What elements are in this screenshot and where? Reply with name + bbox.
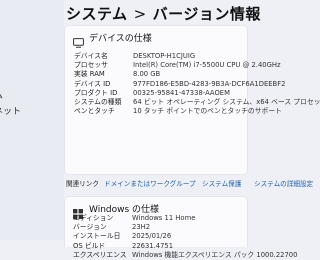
- spec-value: 00325-95841-47338-AAOEM: [133, 88, 230, 97]
- spec-key: 実装 RAM: [74, 70, 105, 79]
- spec-key: プロセッサ: [74, 61, 108, 70]
- spec-row-version: バージョン 23H2: [64, 223, 246, 232]
- device-spec-header[interactable]: デバイスの仕様: [65, 26, 247, 50]
- spec-row-processor: プロセッサ Intel(R) Core(TM) i7-5500U CPU @ 2…: [65, 61, 281, 70]
- breadcrumb-separator: >: [133, 5, 147, 23]
- related-links-bar: 関連リンク ドメインまたはワークグループ システム保護 システムの詳細設定: [64, 177, 313, 191]
- spec-key: エディション: [73, 214, 114, 222]
- spec-value: 2025/01/26: [132, 232, 172, 241]
- spec-row-install-date: インストール日 2025/01/26: [64, 232, 246, 241]
- spec-row-product-id: プロダクト ID 00325-95841-47338-AAOEM: [65, 89, 247, 98]
- spec-row-ram: 実装 RAM 8.00 GB: [65, 70, 247, 79]
- spec-value: 10 タッチ ポイントでのペンとタッチのサポート: [133, 107, 282, 116]
- windows-spec-list: エディション Windows 11 Home バージョン 23H2 インストール…: [64, 214, 297, 260]
- breadcrumb-system-link[interactable]: システム: [66, 5, 128, 23]
- spec-row-edition: エディション Windows 11 Home: [64, 214, 246, 223]
- sidebar: ム ネット: [0, 0, 64, 240]
- spec-value: 64 ビット オペレーティング システム、x64 ベース プロセッサ: [133, 97, 320, 106]
- spec-row-experience: エクスペリエンス Windows 機能エクスペリエンス パック 1000.227…: [64, 250, 297, 260]
- spec-key: インストール日: [73, 232, 121, 241]
- spec-value: 8.00 GB: [133, 70, 161, 79]
- system-protection-link[interactable]: システム保護: [202, 177, 241, 191]
- spec-key: OS ビルド: [73, 241, 106, 250]
- device-spec-list: デバイス名 DESKTOP-H1CJUIG プロセッサ Intel(R) Cor…: [65, 52, 320, 116]
- related-links-label: 関連リンク: [66, 180, 99, 188]
- spec-key: プロダクト ID: [74, 88, 118, 97]
- spec-key: ペンとタッチ: [74, 107, 115, 116]
- monitor-icon: [73, 33, 84, 52]
- spec-value: 977FD186-E5BD-4283-9B3A-DCF6A1DEEBF2: [133, 79, 286, 88]
- spec-value: Windows 11 Home: [132, 214, 196, 222]
- spec-key: デバイス ID: [74, 79, 111, 88]
- spec-row-device-id: デバイス ID 977FD186-E5BD-4283-9B3A-DCF6A1DE…: [65, 79, 285, 89]
- spec-row-system-type: システムの種類 64 ビット オペレーティング システム、x64 ベース プロセ…: [65, 97, 320, 107]
- spec-row-os-build: OS ビルド 22631.4751: [64, 242, 246, 251]
- spec-value: 22631.4751: [132, 241, 174, 250]
- device-spec-title: デバイスの仕様: [89, 34, 152, 44]
- spec-key: システムの種類: [74, 97, 122, 106]
- spec-value: 23H2: [132, 223, 151, 232]
- advanced-system-settings-link[interactable]: システムの詳細設定: [254, 177, 313, 191]
- device-spec-card: デバイスの仕様 デバイス名 DESKTOP-H1CJUIG プロセッサ Inte…: [64, 25, 320, 175]
- spec-key: エクスペリエンス: [73, 250, 127, 259]
- spec-key: デバイス名: [74, 52, 108, 60]
- page-title: バージョン情報: [152, 5, 261, 23]
- spec-value: Intel(R) Core(TM) i7-5500U CPU @ 2.40GHz: [133, 61, 281, 70]
- domain-workgroup-link[interactable]: ドメインまたはワークグループ: [104, 177, 196, 191]
- spec-row-device-name: デバイス名 DESKTOP-H1CJUIG: [65, 52, 247, 61]
- spec-key: バージョン: [73, 223, 107, 232]
- spec-row-pen-touch: ペンとタッチ 10 タッチ ポイントでのペンとタッチのサポート: [65, 107, 282, 116]
- sidebar-item-network[interactable]: ネット: [0, 104, 21, 117]
- spec-value: Windows 機能エクスペリエンス パック 1000.22700: [132, 250, 298, 259]
- sidebar-item-system[interactable]: ム: [0, 88, 3, 101]
- breadcrumb: システム > バージョン情報: [66, 3, 261, 24]
- spec-value: DESKTOP-H1CJUIG: [133, 52, 196, 60]
